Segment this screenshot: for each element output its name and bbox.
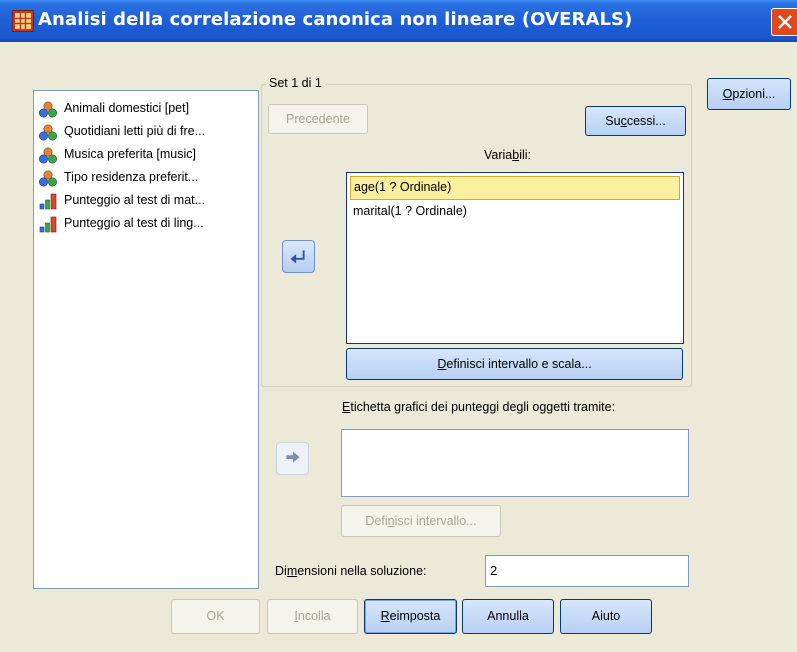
arrow-left-icon <box>290 250 305 264</box>
ok-button[interactable]: OK <box>171 599 260 634</box>
list-item[interactable]: Punteggio al test di mat... <box>39 191 257 211</box>
define-range-button[interactable]: Definisci intervallo... <box>341 505 501 537</box>
paste-label-rest: ncolla <box>297 609 331 623</box>
window-title: Analisi della correlazione canonica non … <box>38 9 633 30</box>
list-item-label: Tipo residenza preferit... <box>64 170 199 184</box>
list-item-label: Punteggio al test di ling... <box>64 216 204 230</box>
close-icon <box>778 15 792 29</box>
list-item[interactable]: Musica preferita [music] <box>39 145 257 165</box>
move-to-variables-button[interactable] <box>282 240 315 273</box>
options-mnemonic: O <box>722 87 733 101</box>
variables-label: Variabili: <box>484 148 531 162</box>
list-item[interactable]: Tipo residenza preferit... <box>39 168 257 188</box>
variables-label-text: Varia <box>484 148 513 162</box>
cancel-button[interactable]: Annulla <box>462 599 554 634</box>
paste-button[interactable]: Incolla <box>267 599 358 634</box>
scale-variable-icon <box>39 193 57 210</box>
variables-label-rest: ili: <box>519 148 532 162</box>
define-range-mnemonic: n <box>387 514 395 528</box>
next-button[interactable]: Successi... <box>585 106 686 136</box>
options-label-rest: pzioni... <box>732 87 776 101</box>
list-item[interactable]: Quotidiani letti più di fre... <box>39 122 257 142</box>
set-legend: Set 1 di 1 <box>266 76 325 90</box>
help-label: Aiuto <box>591 609 621 623</box>
variable-item-selected[interactable]: age(1 ? Ordinale) <box>350 176 680 200</box>
dimensions-label-rest: ensioni nella soluzione: <box>297 564 427 578</box>
list-item-label: Punteggio al test di mat... <box>64 193 206 207</box>
dimensions-label-mnemonic: m <box>286 564 298 578</box>
dialog-body: Animali domestici [pet] Quotidiani letti… <box>0 42 797 652</box>
move-to-label-button[interactable] <box>276 442 309 475</box>
reset-label-rest: eimposta <box>389 609 441 623</box>
define-range-scale-label-rest: efinisci intervallo e scala... <box>446 357 592 371</box>
dimensions-value: 2 <box>490 563 498 578</box>
help-button[interactable]: Aiuto <box>560 599 652 634</box>
list-item-label: Quotidiani letti più di fre... <box>64 124 206 138</box>
title-bar[interactable]: Analisi della correlazione canonica non … <box>0 0 797 42</box>
previous-button-label: Precedente <box>286 112 350 126</box>
object-scores-label: Etichetta grafici dei punteggi degli ogg… <box>342 400 615 414</box>
next-button-label: Su <box>605 114 621 128</box>
previous-button[interactable]: Precedente <box>268 104 368 134</box>
cancel-label: Annulla <box>487 609 529 623</box>
ok-label: OK <box>206 609 225 623</box>
dimensions-label: Dimensioni nella soluzione: <box>275 564 427 578</box>
nominal-variable-icon <box>39 170 57 187</box>
define-range-label: Defi <box>365 514 388 528</box>
source-variable-list[interactable]: Animali domestici [pet] Quotidiani letti… <box>33 90 259 589</box>
object-scores-label-field[interactable] <box>341 429 689 497</box>
close-button[interactable] <box>771 8 797 36</box>
dimensions-label-text: Di <box>275 564 287 578</box>
list-item[interactable]: Animali domestici [pet] <box>39 99 257 119</box>
scale-variable-icon <box>39 216 57 233</box>
arrow-right-icon <box>286 451 300 463</box>
define-range-scale-button[interactable]: Definisci intervallo e scala... <box>346 348 683 380</box>
variables-list[interactable]: age(1 ? Ordinale) marital(1 ? Ordinale) <box>346 172 684 344</box>
nominal-variable-icon <box>39 101 57 118</box>
reset-button[interactable]: Reimposta <box>364 599 457 634</box>
dimensions-input[interactable]: 2 <box>485 555 689 587</box>
define-range-label-rest: isci intervallo... <box>394 514 477 528</box>
app-grid-icon <box>12 10 34 32</box>
list-item-label: Musica preferita [music] <box>64 147 196 161</box>
nominal-variable-icon <box>39 147 57 164</box>
reset-mnemonic: R <box>380 609 390 623</box>
list-item[interactable]: Punteggio al test di ling... <box>39 214 257 234</box>
next-button-label-rest: cessi... <box>626 114 666 128</box>
object-scores-label-rest: tichetta grafici dei punteggi degli ogge… <box>350 400 616 414</box>
options-button[interactable]: Opzioni... <box>707 78 791 110</box>
variable-item[interactable]: marital(1 ? Ordinale) <box>350 201 680 225</box>
variable-item-label: age(1 ? Ordinale) <box>354 180 452 194</box>
variable-item-label: marital(1 ? Ordinale) <box>353 204 467 218</box>
list-item-label: Animali domestici [pet] <box>64 101 190 115</box>
nominal-variable-icon <box>39 124 57 141</box>
